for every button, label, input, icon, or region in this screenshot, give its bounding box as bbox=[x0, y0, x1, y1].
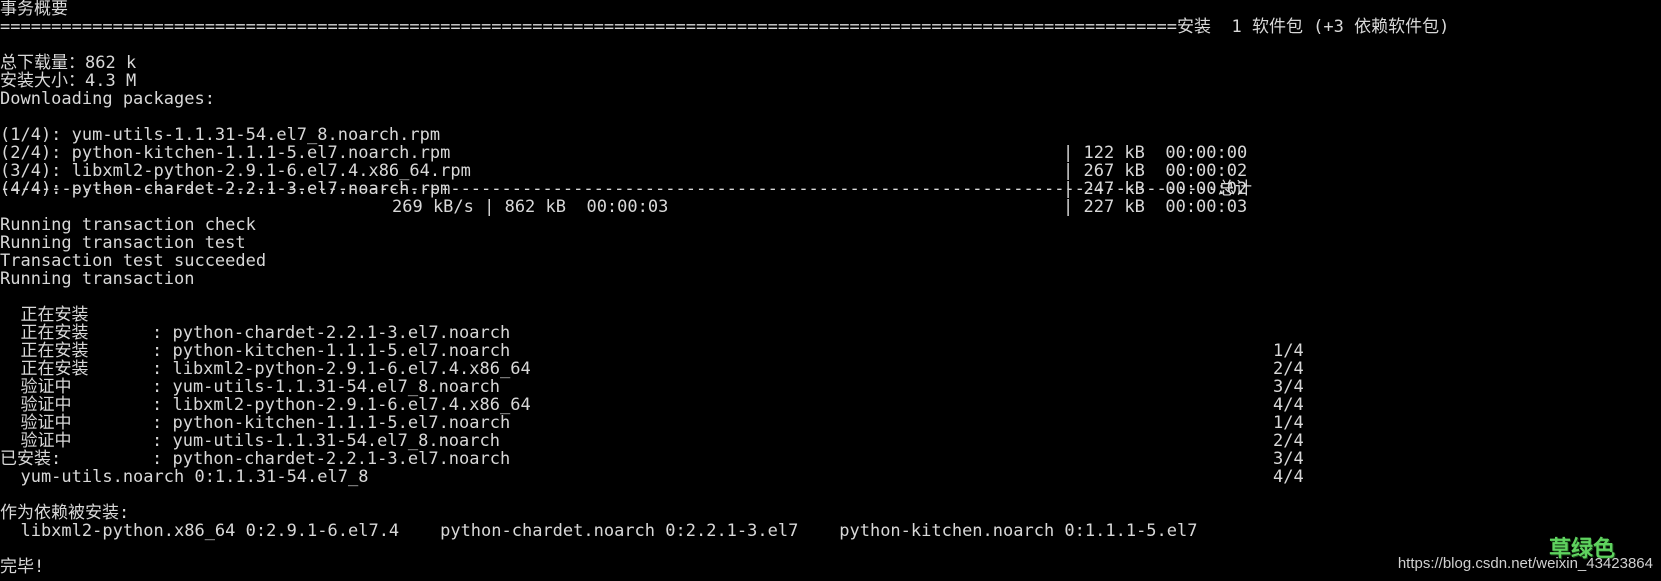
installed-package: yum-utils.noarch 0:1.1.31-54.el7_8 bbox=[0, 467, 369, 487]
dependencies-label: 作为依赖被安装: bbox=[0, 503, 130, 523]
total-download: 总下载量：862 k bbox=[0, 53, 137, 73]
download-row: (2/4): python-kitchen-1.1.1-5.el7.noarch… bbox=[0, 126, 1247, 180]
transaction-row: 正在安装 : python-chardet-2.2.1-3.el7.noarch… bbox=[0, 288, 1303, 360]
transaction-package: : yum-utils-1.1.31-54.el7_8.noarch bbox=[152, 377, 500, 397]
transaction-test: Running transaction test bbox=[0, 233, 246, 253]
download-name: (3/4): libxml2-python-2.9.1-6.el7.4.x86_… bbox=[0, 161, 471, 181]
download-size: | 122 kB 00:00:00 bbox=[1063, 143, 1248, 163]
transaction-package: : libxml2-python-2.9.1-6.el7.4.x86_64 bbox=[152, 395, 531, 415]
downloading-header: Downloading packages: bbox=[0, 89, 215, 109]
transaction-package: : libxml2-python-2.9.1-6.el7.4.x86_64 bbox=[152, 359, 531, 379]
transaction-package: : python-kitchen-1.1.1-5.el7.noarch bbox=[152, 413, 511, 433]
transaction-package: : python-kitchen-1.1.1-5.el7.noarch bbox=[152, 341, 511, 361]
transaction-package: : python-chardet-2.2.1-3.el7.noarch bbox=[152, 449, 511, 469]
transaction-row: 正在安装 : yum-utils-1.1.31-54.el7_8.noarch … bbox=[0, 342, 1303, 414]
download-row: (4/4): python-chardet-2.2.1-3.el7.noarch… bbox=[0, 162, 1247, 216]
download-row: (1/4): yum-utils-1.1.31-54.el7_8.noarch.… bbox=[0, 108, 1247, 162]
transaction-progress: 2/4 bbox=[1273, 359, 1304, 379]
transaction-progress: 1/4 bbox=[1273, 341, 1304, 361]
transaction-progress: 2/4 bbox=[1273, 431, 1304, 451]
download-name: (2/4): python-kitchen-1.1.1-5.el7.noarch… bbox=[0, 143, 451, 163]
transaction-package: : yum-utils-1.1.31-54.el7_8.noarch bbox=[152, 431, 500, 451]
transaction-progress: 4/4 bbox=[1273, 395, 1304, 415]
transaction-row: 正在安装 : libxml2-python-2.9.1-6.el7.4.x86_… bbox=[0, 324, 1303, 396]
total-rate: 269 kB/s | 862 kB 00:00:03 bbox=[392, 197, 669, 217]
watermark-url: https://blog.csdn.net/weixin_43423864 bbox=[1397, 555, 1653, 572]
download-size: | 227 kB 00:00:03 bbox=[1063, 197, 1248, 217]
transaction-row: 验证中 : python-kitchen-1.1.1-5.el7.noarch … bbox=[0, 378, 1303, 450]
transaction-test-result: Transaction test succeeded bbox=[0, 251, 267, 271]
transaction-row: 正在安装 : python-kitchen-1.1.1-5.el7.noarch… bbox=[0, 306, 1303, 378]
download-row: (3/4): libxml2-python-2.9.1-6.el7.4.x86_… bbox=[0, 144, 1247, 198]
transaction-progress: 3/4 bbox=[1273, 449, 1304, 469]
transaction-package: : python-chardet-2.2.1-3.el7.noarch bbox=[152, 323, 511, 343]
summary-rule: ========================================… bbox=[0, 17, 1450, 37]
download-size: | 267 kB 00:00:02 bbox=[1063, 161, 1248, 181]
dependencies-packages: libxml2-python.x86_64 0:2.9.1-6.el7.4 py… bbox=[0, 521, 1198, 541]
download-name: (1/4): yum-utils-1.1.31-54.el7_8.noarch.… bbox=[0, 125, 441, 145]
installed-label: 已安装: bbox=[0, 449, 62, 469]
transaction-check: Running transaction check bbox=[0, 215, 256, 235]
transaction-row: 验证中 : python-chardet-2.2.1-3.el7.noarch … bbox=[0, 414, 1303, 486]
transaction-row: 验证中 : libxml2-python-2.9.1-6.el7.4.x86_6… bbox=[0, 360, 1303, 432]
install-size: 安装大小：4.3 M bbox=[0, 71, 137, 91]
transaction-progress: 3/4 bbox=[1273, 377, 1304, 397]
done-message: 完毕! bbox=[0, 557, 45, 577]
summary-title: 事务概要 bbox=[0, 0, 68, 19]
running-transaction: Running transaction bbox=[0, 269, 195, 289]
total-rule: ----------------------------------------… bbox=[0, 179, 1252, 199]
transaction-row: 验证中 : yum-utils-1.1.31-54.el7_8.noarch 3… bbox=[0, 396, 1303, 468]
transaction-progress: 1/4 bbox=[1273, 413, 1304, 433]
terminal-window[interactable]: 事务概要 ===================================… bbox=[0, 0, 1661, 581]
transaction-progress: 4/4 bbox=[1273, 467, 1304, 487]
transaction-action: 验证中 bbox=[0, 431, 72, 451]
